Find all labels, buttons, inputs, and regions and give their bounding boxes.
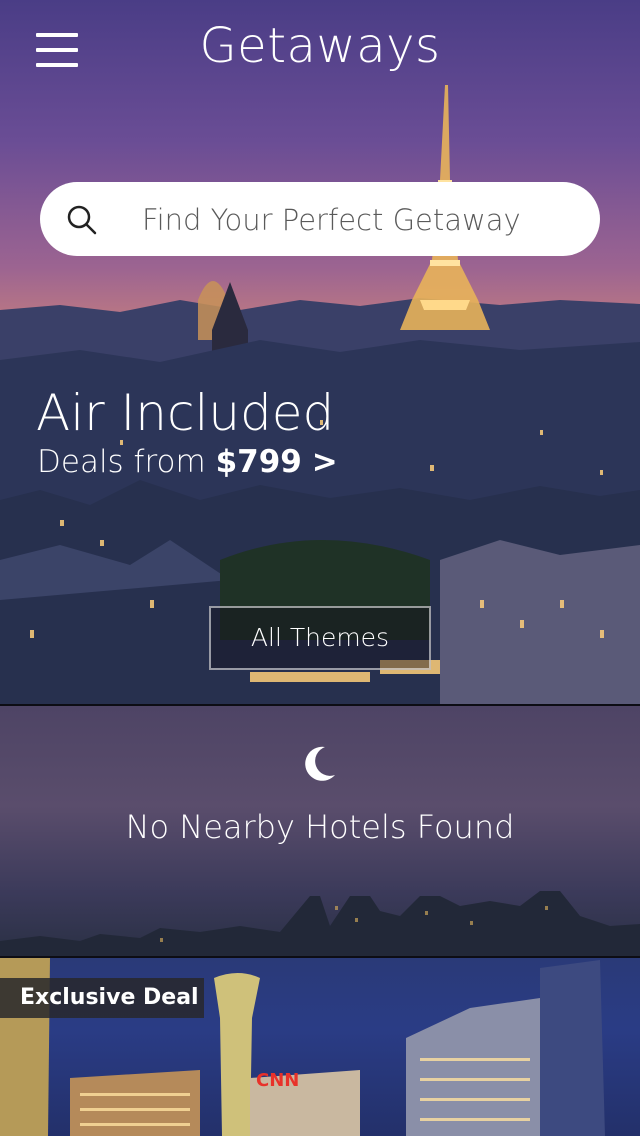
hero-banner[interactable]: Getaways Air Included Deals from $799 > … [0,0,640,704]
search-input[interactable] [140,194,574,246]
no-nearby-hotels-message: No Nearby Hotels Found [125,808,515,846]
app-title: Getaways [199,18,441,74]
paris-skyline-image [0,85,640,704]
promo-subtitle-prefix: Deals from [37,444,206,480]
all-themes-button[interactable]: All Themes [209,606,431,670]
promo-title: Air Included [36,384,335,442]
moon-icon [305,746,335,781]
promo-price: $799 [215,444,302,480]
promo-deals-link[interactable]: Deals from $799 > [37,444,338,480]
chevron-right-icon: > [311,444,338,480]
search-bar[interactable] [40,182,600,256]
cnn-sign: CNN [256,1070,299,1091]
exclusive-deal-badge: Exclusive Deal [0,978,204,1018]
search-icon [67,205,97,235]
